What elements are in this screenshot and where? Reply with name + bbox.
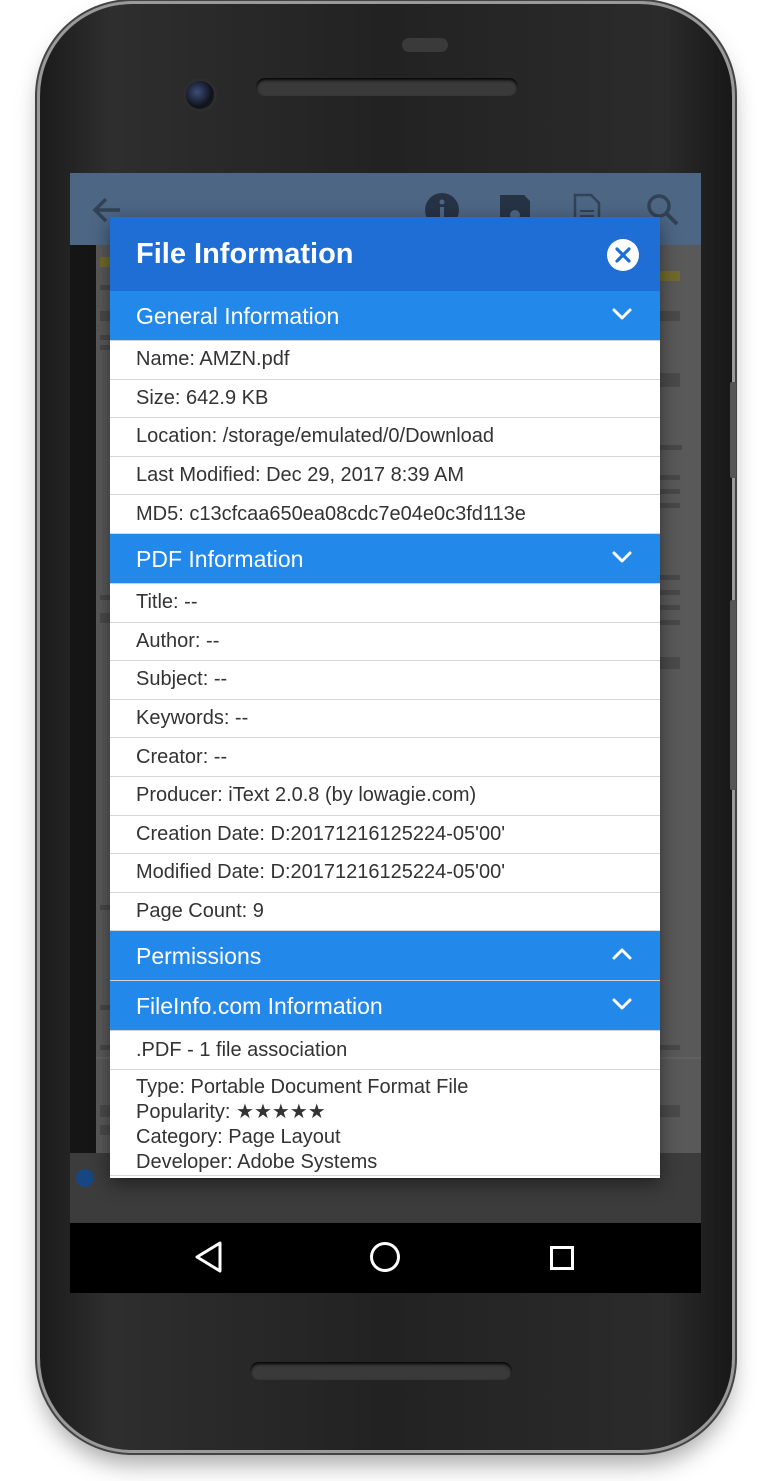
dialog-title: File Information (136, 238, 354, 270)
close-icon (615, 247, 631, 263)
file-information-dialog: File Information General Information Nam… (110, 217, 660, 1178)
fileinfo-details: Type: Portable Document Format File Popu… (110, 1070, 660, 1176)
fileinfo-category: Category: Page Layout (136, 1125, 341, 1148)
pdf-row-page-count: Page Count: 9 (110, 893, 660, 932)
info-row-name: Name: AMZN.pdf (110, 341, 660, 380)
section-permissions-label: Permissions (136, 943, 262, 970)
pdf-row-subject: Subject: -- (110, 661, 660, 700)
fileinfo-developer: Developer: Adobe Systems (136, 1150, 378, 1173)
section-general-information[interactable]: General Information (110, 291, 660, 341)
bottom-speaker (250, 1362, 512, 1380)
info-row-size: Size: 642.9 KB (110, 380, 660, 419)
chevron-down-icon (612, 551, 632, 563)
section-permissions[interactable]: Permissions (110, 931, 660, 982)
pdf-row-modified-date: Modified Date: D:20171216125224-05'00' (110, 854, 660, 893)
section-pdf-label: PDF Information (136, 545, 304, 572)
fileinfo-association-row[interactable]: .PDF - 1 file association (110, 1031, 660, 1070)
system-navigation-bar (70, 1223, 701, 1293)
fileinfo-type: Type: Portable Document Format File (136, 1075, 469, 1098)
pdf-row-creator: Creator: -- (110, 738, 660, 777)
chevron-down-icon (612, 998, 632, 1010)
section-pdf-information[interactable]: PDF Information (110, 533, 660, 584)
pdf-row-creation-date: Creation Date: D:20171216125224-05'00' (110, 816, 660, 855)
home-circle-icon[interactable] (370, 1242, 400, 1272)
fileinfo-popularity: Popularity: ★★★★★ (136, 1100, 326, 1123)
info-row-md5: MD5: c13cfcaa650ea08cdc7e04e0c3fd113e (110, 495, 660, 534)
section-fileinfo-label: FileInfo.com Information (136, 993, 383, 1020)
power-button (730, 382, 736, 478)
section-fileinfo-information[interactable]: FileInfo.com Information (110, 981, 660, 1032)
chevron-up-icon (612, 948, 632, 960)
pdf-row-keywords: Keywords: -- (110, 700, 660, 739)
close-button[interactable] (607, 239, 639, 271)
dialog-header: File Information (110, 217, 660, 291)
pdf-row-author: Author: -- (110, 623, 660, 662)
section-general-label: General Information (136, 303, 340, 329)
back-triangle-icon[interactable] (192, 1240, 226, 1274)
recents-square-icon[interactable] (550, 1246, 574, 1270)
earpiece (402, 38, 448, 52)
info-row-last-modified: Last Modified: Dec 29, 2017 8:39 AM (110, 457, 660, 496)
info-row-location: Location: /storage/emulated/0/Download (110, 418, 660, 457)
top-speaker (256, 78, 518, 96)
chevron-down-icon (612, 308, 632, 320)
pdf-row-title: Title: -- (110, 584, 660, 623)
pdf-row-producer: Producer: iText 2.0.8 (by lowagie.com) (110, 777, 660, 816)
volume-button (730, 600, 736, 790)
front-camera (186, 81, 214, 109)
